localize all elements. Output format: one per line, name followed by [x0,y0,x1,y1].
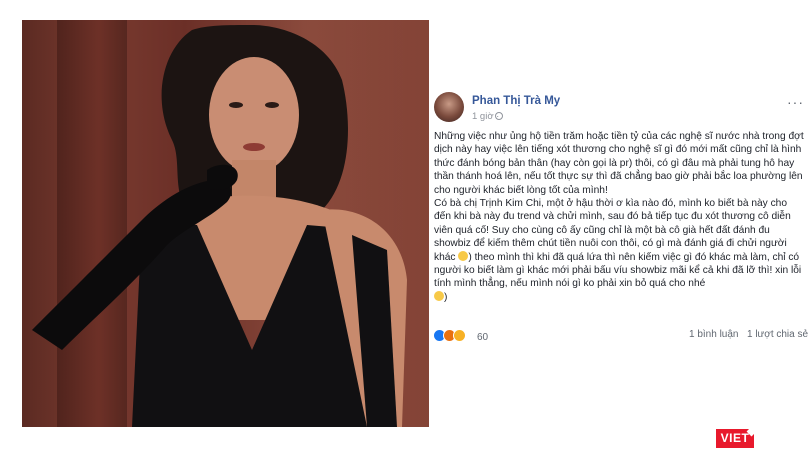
globe-icon [495,112,503,120]
author-name[interactable]: Phan Thị Trà My [472,95,560,107]
wow-reaction-icon [453,329,466,342]
smile-emoji-icon [458,250,469,261]
post-header: Phan Thị Trà My 1 giờ · ··· [431,86,810,122]
comments-count-link[interactable]: 1 bình luận [689,329,739,340]
facebook-post: Phan Thị Trà My 1 giờ · ··· Những việc n… [431,86,810,348]
post-paragraph-2: Có bà chị Trịnh Kim Chi, một ở hậu thời … [434,197,806,291]
reaction-count: 60 [477,332,489,343]
author-avatar[interactable] [434,92,464,122]
post-paragraph-1: Những việc như ủng hộ tiền trăm hoặc tiề… [434,131,804,196]
portrait-illustration [32,25,407,427]
post-text: Những việc như ủng hộ tiền trăm hoặc tiề… [434,130,806,304]
shares-count-link[interactable]: 1 lượt chia sẻ [747,329,808,340]
post-paragraph-2-cont: ) theo mình thì khi đã quá lứa thì nên k… [434,251,802,290]
more-options-icon[interactable]: ··· [787,94,804,110]
post-footer: 60 1 bình luận 1 lượt chia sẻ [431,326,810,346]
post-paragraph-3: ) [434,290,806,304]
post-paragraph-3-text: ) [444,291,448,303]
post-photo[interactable] [22,20,429,427]
logo-text: VIET [720,431,750,445]
viet-logo: VIET [716,426,757,448]
smile-emoji-icon [434,290,444,301]
